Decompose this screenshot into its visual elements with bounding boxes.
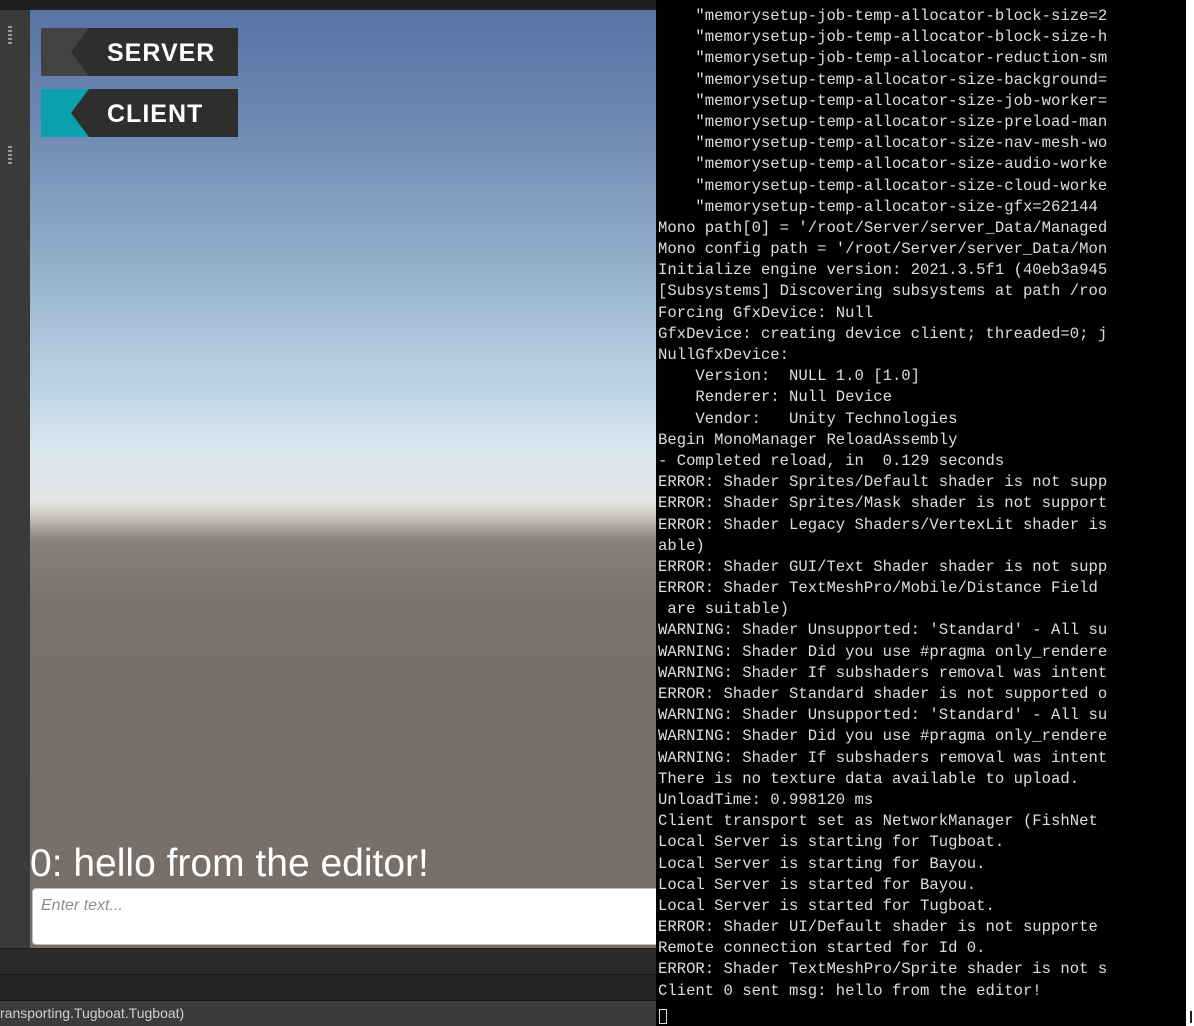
console-line: Forcing GfxDevice: Null — [658, 303, 874, 322]
console-line: ERROR: Shader TextMeshPro/Sprite shader … — [658, 960, 1108, 979]
console-line: "memorysetup-temp-allocator-size-cloud-w… — [658, 176, 1108, 195]
console-line: "memorysetup-job-temp-allocator-block-si… — [658, 28, 1108, 47]
console-line: GfxDevice: creating device client; threa… — [658, 324, 1108, 343]
server-button-label: SERVER — [107, 39, 216, 67]
console-line: - Completed reload, in 0.129 seconds — [658, 451, 1005, 470]
console-line: Client transport set as NetworkManager (… — [658, 812, 1098, 831]
console-line: Renderer: Null Device — [658, 388, 892, 407]
editor-panel-bar — [0, 974, 660, 1001]
console-line: Local Server is starting for Tugboat. — [658, 833, 1005, 852]
console-line: "memorysetup-job-temp-allocator-reductio… — [658, 49, 1108, 68]
console-line: [Subsystems] Discovering subsystems at p… — [658, 282, 1108, 301]
console-line: Vendor: Unity Technologies — [658, 409, 958, 428]
console-line: "memorysetup-temp-allocator-size-gfx=262… — [658, 197, 1098, 216]
console-line: WARNING: Shader Unsupported: 'Standard' … — [658, 706, 1108, 725]
editor-status-bar[interactable]: ransporting.Tugboat.Tugboat) — [0, 1000, 660, 1026]
console-line: Remote connection started for Id 0. — [658, 939, 986, 958]
console-line: ERROR: Shader GUI/Text Shader shader is … — [658, 557, 1108, 576]
console-line: UnloadTime: 0.998120 ms — [658, 790, 874, 809]
text-cursor-icon — [1190, 1011, 1192, 1023]
console-line: WARNING: Shader Did you use #pragma only… — [658, 727, 1108, 746]
console-line: ERROR: Shader Legacy Shaders/VertexLit s… — [658, 515, 1108, 534]
client-button-label: CLIENT — [107, 100, 204, 128]
chat-input-box[interactable] — [32, 888, 660, 945]
console-line: Local Server is started for Tugboat. — [658, 896, 995, 915]
console-line: ERROR: Shader TextMeshPro/Mobile/Distanc… — [658, 579, 1098, 598]
server-console[interactable]: "memorysetup-job-temp-allocator-block-si… — [656, 0, 1186, 1026]
console-line: ERROR: Shader Sprites/Default shader is … — [658, 473, 1108, 492]
console-line: WARNING: Shader Did you use #pragma only… — [658, 642, 1108, 661]
window-edge — [1186, 0, 1194, 1026]
console-line: Client 0 sent msg: hello from the editor… — [658, 981, 1042, 1000]
console-line: "memorysetup-temp-allocator-size-preload… — [658, 112, 1108, 131]
console-line: Mono path[0] = '/root/Server/server_Data… — [658, 218, 1108, 237]
server-button[interactable]: SERVER — [41, 28, 238, 76]
console-line: WARNING: Shader If subshaders removal wa… — [658, 748, 1108, 767]
editor-panel-bar — [0, 948, 660, 975]
status-bar-text: ransporting.Tugboat.Tugboat) — [0, 1005, 185, 1021]
console-line: "memorysetup-job-temp-allocator-block-si… — [658, 7, 1108, 25]
drag-handle-icon[interactable] — [8, 26, 12, 44]
console-line: are suitable) — [658, 600, 790, 619]
console-line: Local Server is started for Bayou. — [658, 875, 977, 894]
editor-top-strip — [0, 0, 660, 10]
console-line: "memorysetup-temp-allocator-size-backgro… — [658, 70, 1108, 89]
console-line: "memorysetup-temp-allocator-size-audio-w… — [658, 155, 1108, 174]
console-cursor — [659, 1009, 667, 1024]
client-button[interactable]: CLIENT — [41, 89, 238, 137]
editor-left-rail — [0, 10, 31, 948]
chat-input[interactable] — [41, 897, 641, 915]
console-line: able) — [658, 536, 705, 555]
console-line: WARNING: Shader Unsupported: 'Standard' … — [658, 621, 1108, 640]
console-line: Version: NULL 1.0 [1.0] — [658, 367, 921, 386]
console-line: Local Server is starting for Bayou. — [658, 854, 986, 873]
console-line: Begin MonoManager ReloadAssembly — [658, 430, 958, 449]
console-line: There is no texture data available to up… — [658, 769, 1080, 788]
console-line: "memorysetup-temp-allocator-size-nav-mes… — [658, 134, 1108, 153]
console-line: ERROR: Shader Sprites/Mask shader is not… — [658, 494, 1108, 513]
console-line: WARNING: Shader If subshaders removal wa… — [658, 663, 1108, 682]
drag-handle-icon[interactable] — [8, 146, 12, 164]
unity-editor-window: SERVER CLIENT 0: hello from the editor! … — [0, 0, 660, 1026]
game-view[interactable]: SERVER CLIENT 0: hello from the editor! — [30, 10, 660, 948]
chat-message: 0: hello from the editor! — [30, 842, 429, 885]
console-line: Mono config path = '/root/Server/server_… — [658, 240, 1108, 259]
console-log: "memorysetup-job-temp-allocator-block-si… — [658, 6, 1107, 1002]
console-line: ERROR: Shader UI/Default shader is not s… — [658, 918, 1098, 937]
console-line: Initialize engine version: 2021.3.5f1 (4… — [658, 261, 1108, 280]
console-line: NullGfxDevice: — [658, 346, 790, 364]
console-line: ERROR: Shader Standard shader is not sup… — [658, 685, 1108, 703]
console-line: "memorysetup-temp-allocator-size-job-wor… — [658, 91, 1108, 110]
